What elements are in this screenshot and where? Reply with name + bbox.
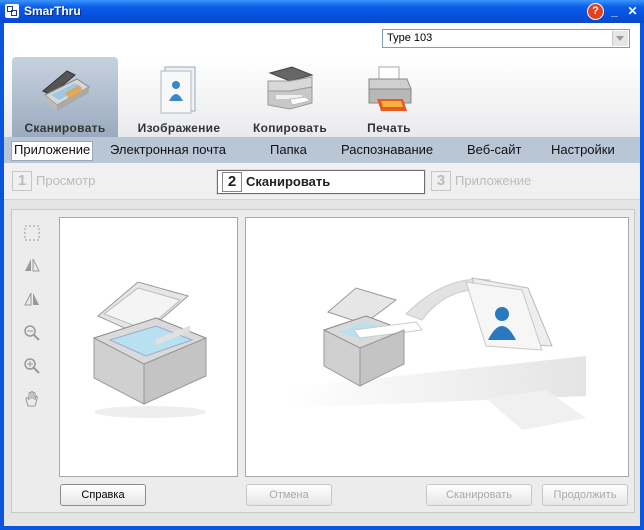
- device-select[interactable]: Type 103: [382, 29, 630, 48]
- chevron-down-icon[interactable]: [612, 31, 628, 46]
- window-title: SmarThru: [24, 4, 81, 18]
- printer-icon: [368, 66, 412, 111]
- step-scan[interactable]: 2 Сканировать: [217, 170, 425, 194]
- tool-print[interactable]: Печать: [346, 57, 432, 137]
- main-preview-panel: [245, 217, 629, 477]
- app-window: SmarThru ? _ ✕ Type 103 Сканировать Изоб…: [0, 0, 644, 530]
- menu-item-folder[interactable]: Папка: [268, 141, 309, 159]
- main-toolbar: Сканировать Изображение Копировать Печат…: [4, 57, 640, 137]
- step-scan-number: 2: [222, 172, 242, 192]
- preview-panel: [59, 217, 238, 477]
- menu-item-settings[interactable]: Настройки: [549, 141, 617, 159]
- copier-icon: [267, 66, 314, 110]
- tool-copy[interactable]: Копировать: [240, 57, 340, 137]
- scanner-illustration: [92, 281, 208, 418]
- step-preview[interactable]: 1 Просмотр: [12, 170, 95, 192]
- hand-pan-icon[interactable]: [23, 390, 41, 408]
- step-bar: 1 Просмотр 2 Сканировать 3 Приложение: [4, 163, 640, 200]
- scan-to-app-illustration: [286, 277, 586, 430]
- step-application-number: 3: [431, 171, 451, 191]
- tool-image-label: Изображение: [137, 121, 221, 135]
- scan-work-area: Справка Отмена Сканировать Продолжить: [4, 200, 640, 526]
- step-application-label: Приложение: [455, 173, 532, 188]
- continue-button[interactable]: Продолжить: [542, 484, 628, 506]
- zoom-in-icon[interactable]: [23, 357, 41, 375]
- select-area-icon[interactable]: [23, 224, 41, 242]
- close-button[interactable]: ✕: [624, 3, 641, 20]
- step-application[interactable]: 3 Приложение: [431, 170, 531, 192]
- cancel-button[interactable]: Отмена: [246, 484, 332, 506]
- zoom-out-icon[interactable]: [23, 324, 41, 342]
- help-button[interactable]: Справка: [60, 484, 146, 506]
- tool-copy-label: Копировать: [252, 121, 328, 135]
- tool-scan-label: Сканировать: [24, 121, 106, 135]
- menu-item-application[interactable]: Приложение: [11, 141, 94, 161]
- image-tools: [12, 210, 50, 512]
- scan-button[interactable]: Сканировать: [426, 484, 532, 506]
- flip-horizontal-icon[interactable]: [23, 256, 41, 274]
- help-title-button[interactable]: ?: [587, 3, 604, 20]
- flip-vertical-icon[interactable]: [23, 290, 41, 308]
- device-select-value: Type 103: [387, 32, 433, 44]
- tool-image[interactable]: Изображение: [124, 57, 234, 137]
- menu-item-website[interactable]: Веб-сайт: [465, 141, 523, 159]
- client-area: Type 103 Сканировать Изображение Копиров…: [4, 23, 640, 526]
- function-menu: Приложение Электронная почта Папка Распо…: [4, 137, 640, 163]
- image-icon: [160, 66, 196, 114]
- step-preview-label: Просмотр: [36, 173, 96, 188]
- step-scan-label: Сканировать: [246, 174, 331, 189]
- tool-print-label: Печать: [367, 121, 411, 135]
- menu-item-ocr[interactable]: Распознавание: [339, 141, 435, 159]
- minimize-button[interactable]: _: [606, 3, 623, 20]
- menu-item-email[interactable]: Электронная почта: [108, 141, 228, 159]
- app-icon: [5, 4, 19, 18]
- scanner-icon: [42, 70, 90, 111]
- step-preview-number: 1: [12, 171, 32, 191]
- title-bar[interactable]: SmarThru ? _ ✕: [0, 0, 644, 23]
- tool-scan[interactable]: Сканировать: [12, 57, 118, 137]
- inner-frame: Справка Отмена Сканировать Продолжить: [11, 209, 635, 513]
